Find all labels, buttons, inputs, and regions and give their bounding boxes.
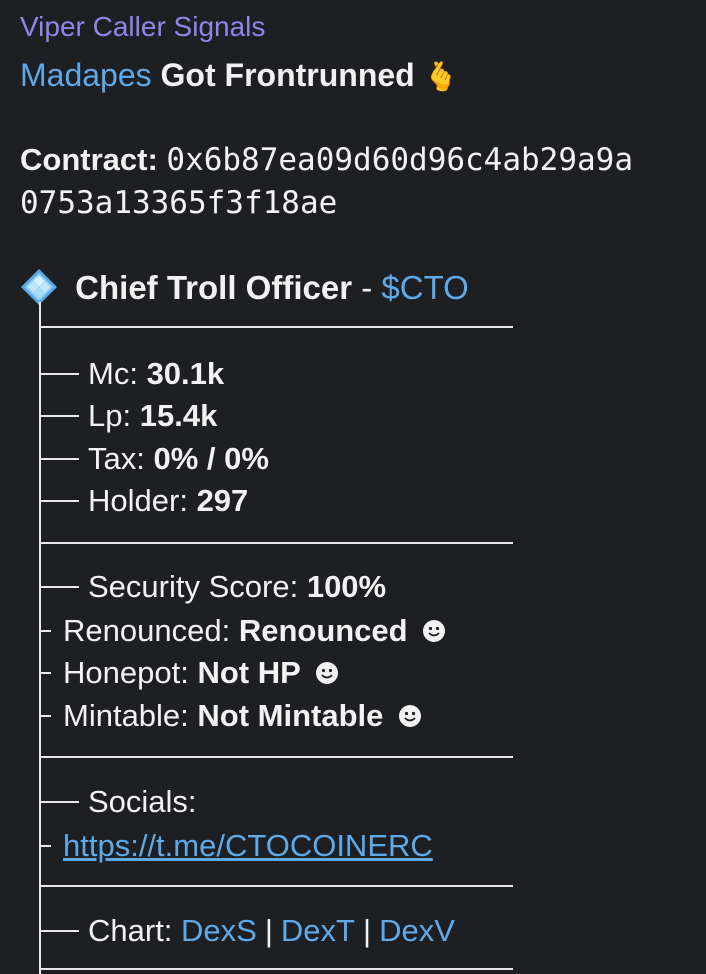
honeypot-label: Honepot: [63,655,189,690]
honeypot-row: Honepot: Not HP [63,654,339,692]
tax-row: Tax: 0% / 0% [88,440,269,478]
divider-bottom [39,968,513,970]
chart-label: Chart: [88,913,173,948]
diamond-emoji-icon [21,269,57,305]
chart-row: Chart: DexS | DexT | DexV [88,912,455,950]
chart-separator: | [363,913,372,948]
headline-text: Got Frontrunned [160,57,415,93]
mc-label: Mc: [88,356,138,391]
renounced-row: Renounced: Renounced [63,612,446,650]
tree-branch [39,373,79,375]
tree-branch [39,630,51,632]
lp-row: Lp: 15.4k [88,397,217,435]
chart-link-dexv[interactable]: DexV [379,913,455,948]
divider-security [39,756,513,758]
tree-branch [39,930,79,932]
chart-separator: | [264,913,273,948]
message-bubble: Viper Caller Signals Madapes Got Frontru… [0,0,706,974]
divider-stats [39,542,513,544]
mintable-label: Mintable: [63,698,189,733]
renounced-value: Renounced [238,613,408,648]
tree-branch [39,801,79,803]
holder-value: 297 [196,483,249,518]
security-score-label: Security Score: [88,569,299,604]
divider-socials [39,885,513,887]
tree-branch [39,415,79,417]
headline: Madapes Got Frontrunned 🫰 [20,56,458,96]
tree-branch [39,715,51,717]
tax-label: Tax: [88,441,145,476]
telegram-link[interactable]: https://t.me/CTOCOINERC [63,828,433,863]
token-separator: - [361,269,373,306]
contract-line-1: Contract: 0x6b87ea09d60d96c4ab29a9a [20,141,633,179]
lp-value: 15.4k [139,398,218,433]
mc-row: Mc: 30.1k [88,355,224,393]
smiley-icon [316,662,339,684]
contract-address-part-2[interactable]: 0753a13365f3f18ae [20,184,337,222]
contract-address-part-1[interactable]: 0x6b87ea09d60d96c4ab29a9a [166,142,633,178]
divider-top [39,326,513,328]
smiley-icon [423,620,446,642]
token-name: Chief Troll Officer [75,269,353,306]
tax-value: 0% / 0% [153,441,269,476]
token-ticker-link[interactable]: $CTO [381,269,468,306]
honeypot-value: Not HP [197,655,301,690]
renounced-label: Renounced: [63,613,231,648]
socials-link-row: https://t.me/CTOCOINERC [63,827,433,865]
holder-row: Holder: 297 [88,482,248,520]
contract-label: Contract: [20,142,158,177]
socials-label: Socials: [88,784,197,819]
chart-link-dexs[interactable]: DexS [181,913,257,948]
tree-branch [39,458,79,460]
holder-label: Holder: [88,483,188,518]
security-score-row: Security Score: 100% [88,568,386,606]
tree-branch [39,500,79,502]
hand-emoji-icon: 🫰 [423,61,459,92]
tree-branch [39,672,51,674]
mintable-row: Mintable: Not Mintable [63,697,422,735]
mc-value: 30.1k [146,356,225,391]
sender-name[interactable]: Viper Caller Signals [20,10,265,44]
mintable-value: Not Mintable [197,698,384,733]
tree-branch [39,845,51,847]
smiley-icon [399,705,422,727]
tree-vertical-line [39,302,41,974]
tree-branch [39,586,79,588]
mention-link[interactable]: Madapes [20,57,152,93]
chart-link-dext[interactable]: DexT [281,913,355,948]
token-title: Chief Troll Officer - $CTO [20,268,469,308]
lp-label: Lp: [88,398,132,433]
security-score-value: 100% [306,569,387,604]
